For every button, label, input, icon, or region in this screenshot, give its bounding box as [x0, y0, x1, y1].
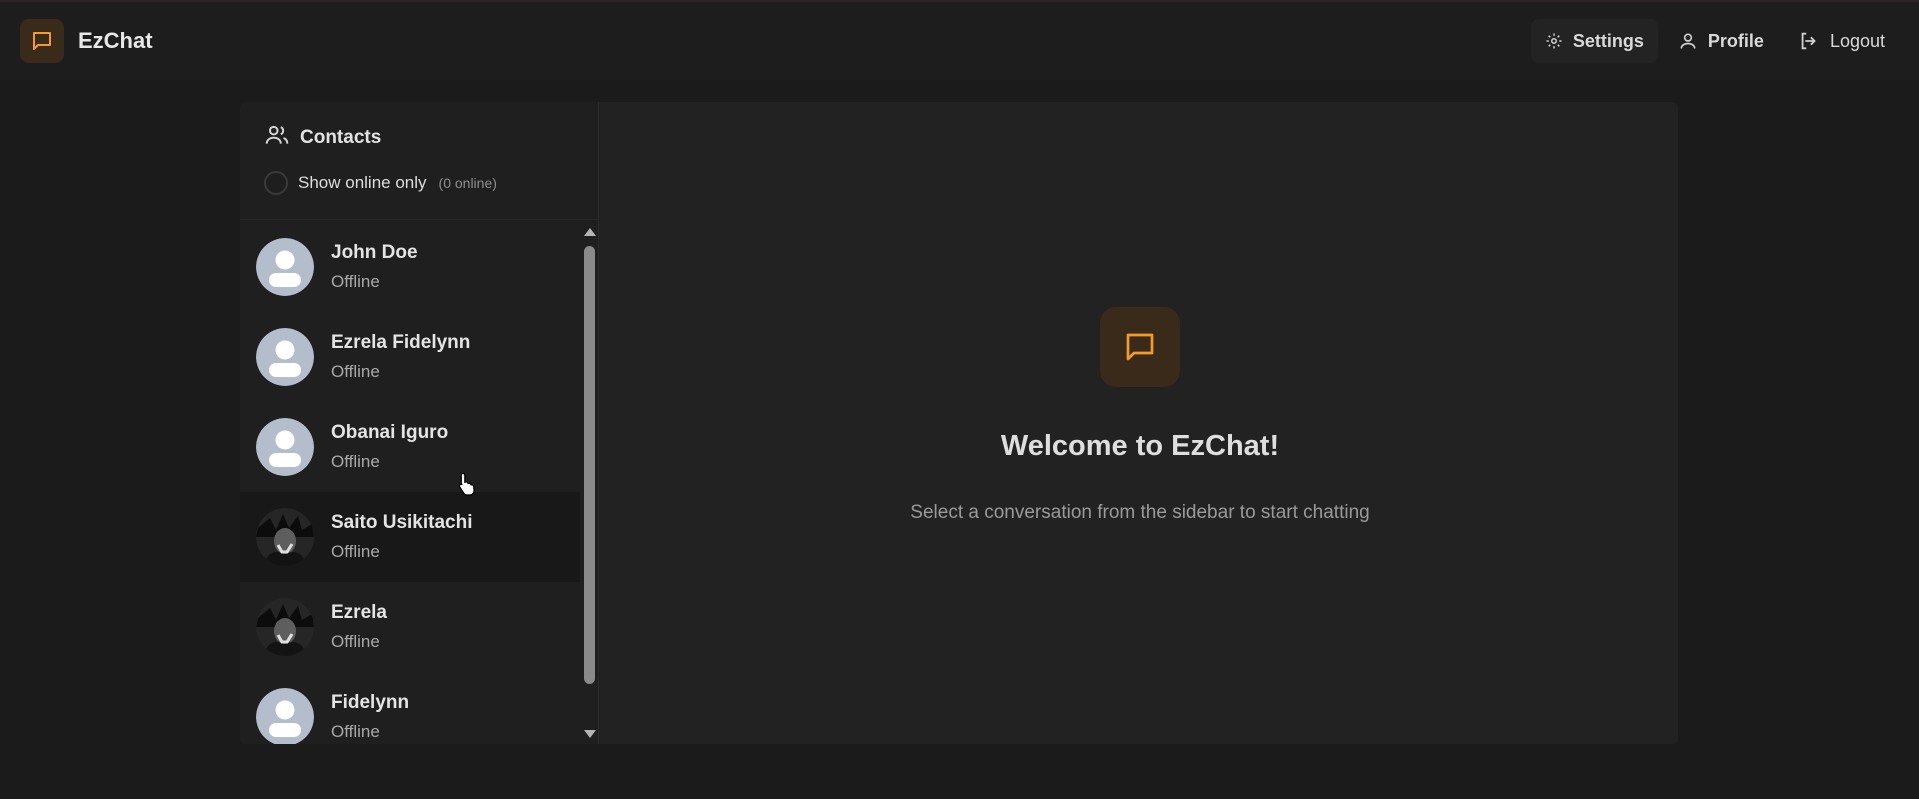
contact-name: Fidelynn [331, 692, 410, 713]
contact-name: Saito Usikitachi [331, 512, 473, 533]
contacts-sidebar: Contacts Show online only (0 online) Joh… [240, 102, 599, 744]
logout-icon [1798, 30, 1820, 52]
sidebar-header: Contacts Show online only (0 online) [240, 102, 598, 220]
user-icon [1678, 31, 1698, 51]
navbar: EzChat Settings Profile Logout [0, 2, 1919, 80]
avatar [256, 688, 314, 744]
contact-status: Offline [331, 542, 380, 561]
contacts-heading: Contacts [264, 122, 574, 154]
online-count: (0 online) [438, 175, 497, 191]
logout-label: Logout [1829, 30, 1885, 51]
avatar-photo [256, 508, 314, 566]
chat-bubble-icon [20, 19, 64, 63]
logout-button[interactable]: Logout [1784, 19, 1899, 63]
brand[interactable]: EzChat [20, 19, 153, 63]
chat-container: Contacts Show online only (0 online) Joh… [240, 102, 1678, 744]
contact-item[interactable]: Saito Usikitachi Offline [240, 492, 580, 582]
contact-item[interactable]: Ezrela Fidelynn Offline [240, 312, 580, 402]
contact-name: Obanai Iguro [331, 422, 449, 443]
scroll-down-arrow-icon[interactable] [584, 730, 596, 738]
contact-name: Ezrela [331, 602, 387, 623]
contact-list-scrollbar[interactable] [580, 222, 599, 744]
contact-status: Offline [331, 632, 380, 651]
online-only-label[interactable]: Show online only [298, 173, 427, 193]
profile-label: Profile [1707, 30, 1764, 51]
welcome-title: Welcome to EzChat! [1000, 430, 1280, 462]
gear-icon [1545, 32, 1563, 50]
contact-status: Offline [331, 452, 380, 471]
contact-status: Offline [331, 722, 380, 741]
welcome-subtitle: Select a conversation from the sidebar t… [910, 502, 1370, 523]
online-only-checkbox[interactable] [264, 171, 288, 195]
contact-item[interactable]: Ezrela Offline [240, 582, 580, 672]
contact-item[interactable]: Fidelynn Offline [240, 672, 580, 744]
welcome-panel: Welcome to EzChat! Select a conversation… [600, 102, 1678, 744]
contact-name: John Doe [331, 242, 418, 263]
contact-status: Offline [331, 272, 380, 291]
contact-status: Offline [331, 362, 380, 381]
settings-button[interactable]: Settings [1530, 19, 1658, 63]
online-filter: Show online only (0 online) [264, 171, 574, 195]
contacts-title: Contacts [300, 127, 382, 148]
contact-item[interactable]: John Doe Offline [240, 222, 580, 312]
avatar [256, 238, 314, 296]
contact-name: Ezrela Fidelynn [331, 332, 471, 353]
contact-item[interactable]: Obanai Iguro Offline [240, 402, 580, 492]
profile-button[interactable]: Profile [1664, 19, 1778, 63]
contact-list: John Doe Offline Ezrela Fidelynn Offline [240, 222, 580, 744]
nav-actions: Settings Profile Logout [1530, 19, 1899, 63]
avatar-photo [256, 598, 314, 656]
app-name: EzChat [78, 28, 153, 53]
avatar [256, 328, 314, 386]
users-icon [264, 122, 290, 154]
settings-label: Settings [1572, 30, 1644, 51]
chat-bubble-icon [1100, 307, 1180, 387]
avatar [256, 418, 314, 476]
scroll-up-arrow-icon[interactable] [584, 228, 596, 236]
scrollbar-thumb[interactable] [584, 246, 595, 684]
hand-pointer-icon [458, 472, 476, 501]
